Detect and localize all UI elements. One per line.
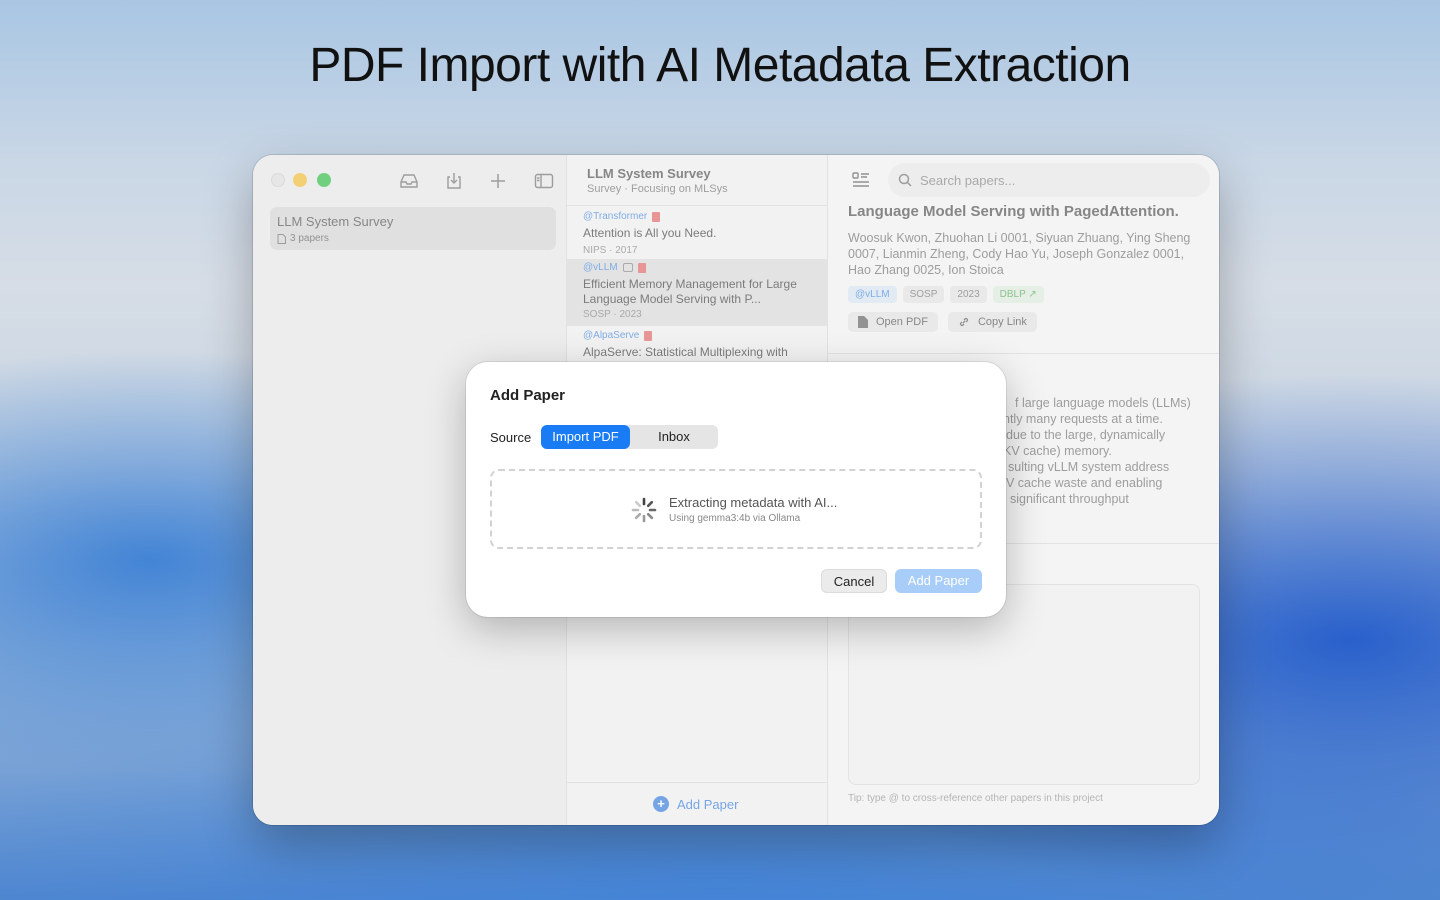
pdf-drop-zone[interactable]: Extracting metadata with AI... Using gem… [490,469,982,549]
add-paper-button[interactable]: Add Paper [895,569,982,593]
extraction-model: Using gemma3:4b via Ollama [669,513,801,524]
add-paper-dialog: Add Paper Source Import PDF Inbox Extrac… [466,362,1006,617]
extraction-status: Extracting metadata with AI... [669,495,838,510]
source-label: Source [490,430,532,445]
import-pdf-segment[interactable]: Import PDF [541,425,630,449]
page-headline: PDF Import with AI Metadata Extraction [309,39,1131,92]
source-segmented-control: Import PDF Inbox [541,425,718,449]
dialog-title: Add Paper [490,387,566,404]
cancel-button[interactable]: Cancel [821,569,887,593]
inbox-segment[interactable]: Inbox [630,425,718,449]
loading-spinner-icon [631,497,657,523]
